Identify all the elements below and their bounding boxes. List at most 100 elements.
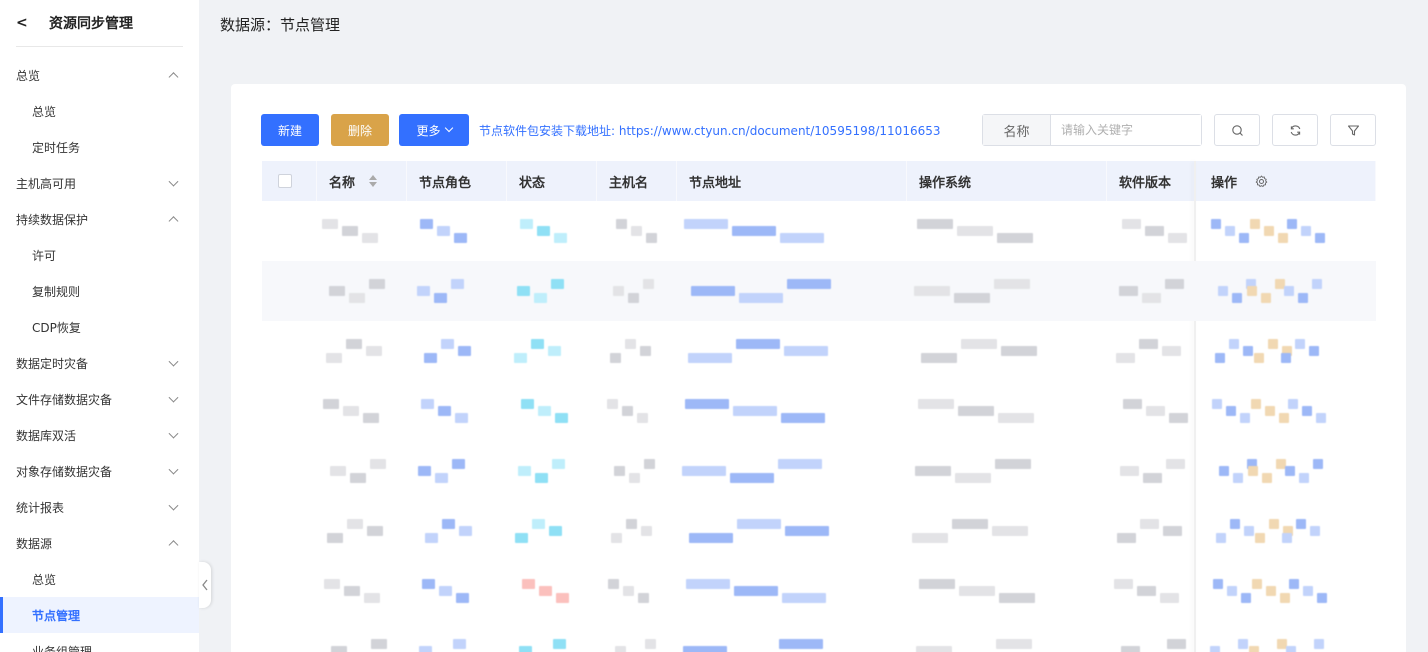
sidebar-group[interactable]: 持续数据保护 — [0, 201, 199, 237]
redacted-cell-block — [531, 339, 544, 349]
redacted-cell-block — [350, 473, 366, 483]
redacted-cell-block — [915, 466, 951, 476]
redacted-cell-block — [916, 646, 952, 652]
sidebar-item[interactable]: 业务组管理 — [0, 633, 199, 652]
sidebar-item[interactable]: 复制规则 — [0, 273, 199, 309]
redacted-cell-block — [640, 346, 651, 356]
sidebar-item[interactable]: 节点管理 — [0, 597, 199, 633]
delete-button[interactable]: 删除 — [331, 114, 389, 146]
redacted-cell-block — [992, 526, 1028, 536]
search-button[interactable] — [1214, 114, 1260, 146]
redacted-cell-block — [782, 593, 826, 603]
redacted-cell-block — [1282, 533, 1292, 543]
sidebar-item-label: 定时任务 — [32, 140, 81, 155]
table-row[interactable] — [262, 201, 1376, 261]
sidebar-group[interactable]: 统计报表 — [0, 489, 199, 525]
sidebar-item[interactable]: 总览 — [0, 93, 199, 129]
gear-icon[interactable] — [1255, 175, 1268, 188]
sidebar-item-label: 总览 — [16, 68, 41, 83]
search-field-select[interactable]: 名称 — [983, 115, 1051, 145]
sidebar-collapse-handle[interactable] — [199, 562, 211, 608]
redacted-cell-block — [737, 519, 781, 529]
redacted-cell-block — [608, 579, 619, 589]
redacted-cell-block — [1309, 346, 1319, 356]
sidebar-item-label: 主机高可用 — [16, 176, 77, 191]
new-button[interactable]: 新建 — [261, 114, 319, 146]
redacted-cell-block — [1315, 233, 1325, 243]
sidebar-item-label: 总览 — [32, 104, 57, 119]
redacted-cell-block — [631, 226, 642, 236]
redacted-cell-block — [919, 579, 955, 589]
table-row[interactable] — [262, 261, 1376, 321]
column-header-name[interactable]: 名称 — [317, 161, 407, 201]
redacted-cell-block — [330, 466, 346, 476]
redacted-cell-block — [1310, 526, 1320, 536]
sidebar-group[interactable]: 数据定时灾备 — [0, 345, 199, 381]
redacted-cell-block — [684, 219, 728, 229]
redacted-cell-block — [327, 533, 343, 543]
redacted-cell-block — [1303, 586, 1313, 596]
redacted-cell-block — [1244, 526, 1254, 536]
redacted-cell-block — [362, 233, 378, 243]
sort-icon[interactable] — [369, 175, 378, 187]
redacted-cell-block — [514, 353, 527, 363]
sidebar-group[interactable]: 对象存储数据灾备 — [0, 453, 199, 489]
redacted-cell-block — [785, 526, 829, 536]
redacted-cell-block — [1163, 526, 1182, 536]
sidebar-group[interactable]: 数据库双活 — [0, 417, 199, 453]
redacted-cell-block — [780, 233, 824, 243]
table-row[interactable] — [262, 381, 1376, 441]
sidebar-item[interactable]: 定时任务 — [0, 129, 199, 165]
chevron-up-icon — [168, 72, 179, 83]
sidebar-group[interactable]: 文件存储数据灾备 — [0, 381, 199, 417]
sidebar-group[interactable]: 总览 — [0, 57, 199, 93]
refresh-button[interactable] — [1272, 114, 1318, 146]
redacted-cell-block — [519, 646, 532, 652]
redacted-cell-block — [459, 526, 472, 536]
column-header-os: 操作系统 — [907, 161, 1107, 201]
redacted-cell-block — [1137, 586, 1156, 596]
redacted-cell-block — [418, 466, 431, 476]
sidebar-item[interactable]: 许可 — [0, 237, 199, 273]
redacted-cell-block — [438, 406, 451, 416]
table-row[interactable] — [262, 561, 1376, 621]
column-header-label: 节点角色 — [419, 175, 472, 191]
table-row[interactable] — [262, 501, 1376, 561]
redacted-cell-block — [1114, 579, 1133, 589]
redacted-cell-block — [539, 586, 552, 596]
table-row[interactable] — [262, 441, 1376, 501]
sidebar-item[interactable]: CDP恢复 — [0, 309, 199, 345]
more-button[interactable]: 更多 — [399, 114, 469, 146]
download-link[interactable]: 节点软件包安装下载地址: https://www.ctyun.cn/docume… — [479, 122, 941, 139]
redacted-cell-block — [515, 533, 528, 543]
sidebar-group[interactable]: 主机高可用 — [0, 165, 199, 201]
redacted-cell-block — [1146, 406, 1165, 416]
sidebar-item[interactable]: 总览 — [0, 561, 199, 597]
redacted-cell-block — [417, 286, 430, 296]
redacted-cell-block — [957, 226, 993, 236]
search-input[interactable] — [1051, 115, 1201, 145]
table-row[interactable] — [262, 321, 1376, 381]
redacted-cell-block — [1116, 353, 1135, 363]
back-button[interactable]: < — [16, 15, 46, 31]
select-all-checkbox[interactable] — [278, 174, 292, 188]
redacted-cell-block — [1232, 293, 1242, 303]
redacted-cell-block — [626, 519, 637, 529]
redacted-cell-block — [1313, 459, 1323, 469]
redacted-cell-block — [914, 286, 950, 296]
redacted-cell-block — [917, 219, 953, 229]
redacted-cell-block — [1289, 579, 1299, 589]
column-header-role: 节点角色 — [407, 161, 507, 201]
column-header-address: 节点地址 — [677, 161, 907, 201]
filter-button[interactable] — [1330, 114, 1376, 146]
table-row[interactable] — [262, 621, 1376, 652]
sidebar-title: 资源同步管理 — [49, 16, 133, 32]
redacted-cell-block — [1268, 339, 1278, 349]
redacted-cell-block — [1288, 399, 1298, 409]
redacted-cell-block — [641, 526, 652, 536]
column-header-label: 软件版本 — [1119, 175, 1172, 191]
sidebar-group[interactable]: 数据源 — [0, 525, 199, 561]
redacted-cell-block — [1299, 473, 1309, 483]
redacted-cell-block — [1219, 466, 1229, 476]
redacted-cell-block — [637, 413, 648, 423]
